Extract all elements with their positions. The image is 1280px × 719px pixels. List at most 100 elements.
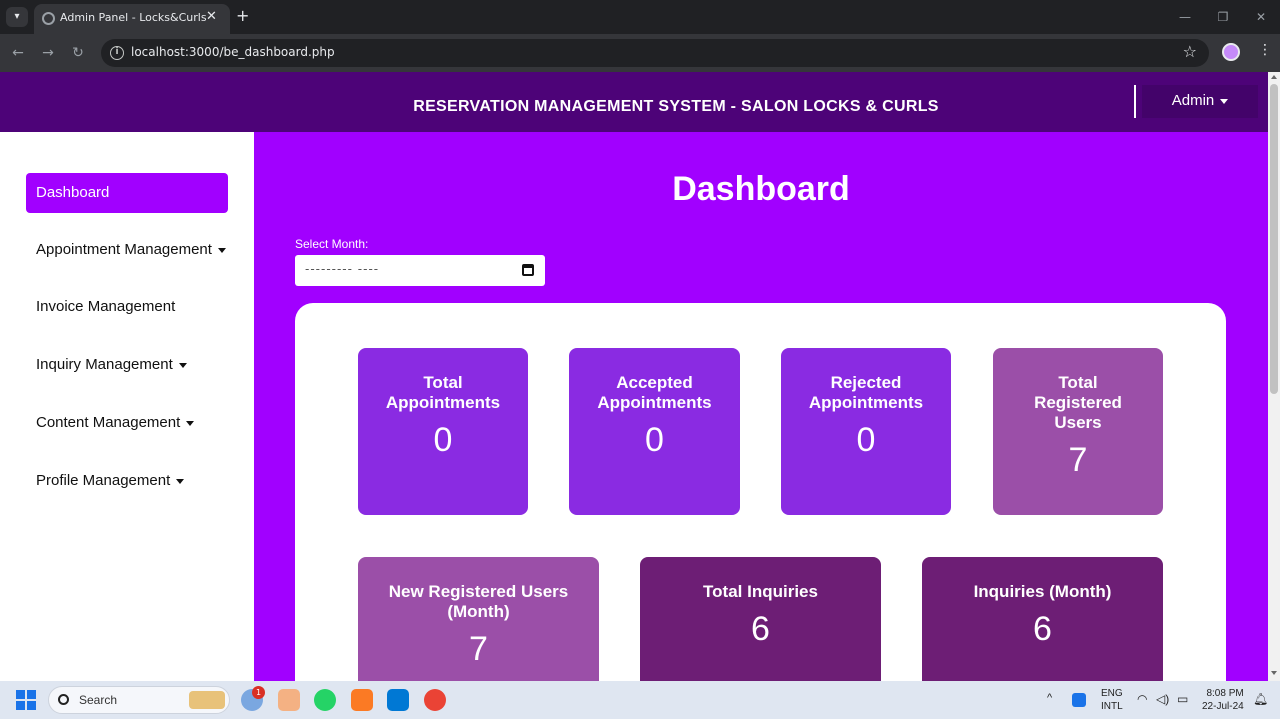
month-input[interactable]: --------- ---- [295, 255, 545, 286]
globe-icon [42, 12, 55, 25]
close-window-button[interactable]: ✕ [1242, 0, 1280, 34]
bookmark-star-icon[interactable]: ☆ [1183, 42, 1197, 61]
sidebar-item-profile-management[interactable]: Profile Management [26, 461, 228, 501]
windows-taskbar: Search 1 ^ ENG INTL ◠ ◁) ▭ 8:08 PM 22-Ju… [0, 681, 1280, 719]
chrome-icon[interactable] [424, 689, 446, 711]
scroll-up-icon[interactable] [1271, 75, 1277, 79]
stat-card-total-registered-users: Total Registered Users 7 [993, 348, 1163, 515]
lang-line1: ENG [1101, 688, 1123, 699]
select-month-label: Select Month: [295, 237, 369, 251]
admin-dropdown[interactable]: Admin [1142, 85, 1258, 118]
sidebar-item-label: Profile Management [36, 472, 171, 489]
caret-down-icon [217, 247, 226, 253]
xampp-icon[interactable] [351, 689, 373, 711]
caret-down-icon [186, 420, 195, 426]
lang-line2: INTL [1101, 701, 1123, 712]
stat-card-rejected-appointments: Rejected Appointments 0 [781, 348, 951, 515]
defender-icon[interactable] [1072, 693, 1086, 707]
notification-badge: 1 [252, 686, 265, 699]
sidebar-item-label: Appointment Management [36, 241, 212, 258]
stat-card-inquiries-month: Inquiries (Month) 6 [922, 557, 1163, 681]
browser-tab[interactable]: Admin Panel - Locks&Curls ✕ [34, 4, 230, 34]
tab-close-icon[interactable]: ✕ [206, 9, 217, 24]
stat-card-total-appointments: Total Appointments 0 [358, 348, 528, 515]
browser-tabbar: ▾ Admin Panel - Locks&Curls ✕ + — ❐ ✕ [0, 0, 1280, 34]
caret-down-icon [176, 478, 185, 484]
sidebar-item-label: Invoice Management [36, 298, 176, 315]
sidebar-item-label: Dashboard [36, 184, 110, 201]
browser-toolbar: ← → ↻ i localhost:3000/be_dashboard.php … [0, 34, 1280, 72]
search-icon [58, 694, 69, 705]
stat-card-title: New Registered Users (Month) [388, 582, 569, 621]
wifi-icon[interactable]: ◠ [1137, 692, 1147, 719]
stat-card-title: Total Appointments [385, 373, 501, 412]
page-scrollbar[interactable] [1268, 72, 1280, 681]
stat-card-title: Total Inquiries [703, 582, 818, 601]
window-controls: — ❐ ✕ [1166, 0, 1280, 34]
minimize-button[interactable]: — [1166, 0, 1204, 34]
stat-card-total-inquiries: Total Inquiries 6 [640, 557, 881, 681]
stat-card-value: 7 [469, 630, 488, 668]
stat-card-accepted-appointments: Accepted Appointments 0 [569, 348, 740, 515]
browser-menu-icon[interactable]: ⋮ [1258, 42, 1272, 58]
clock-date: 22-Jul-24 [1202, 701, 1244, 712]
tab-search-button[interactable]: ▾ [6, 7, 28, 27]
notification-bell-icon[interactable]: 🔔︎ [1253, 692, 1268, 719]
web-page: RESERVATION MANAGEMENT SYSTEM - SALON LO… [0, 72, 1268, 681]
site-info-icon[interactable]: i [110, 46, 124, 60]
forward-button[interactable]: → [38, 43, 58, 63]
site-header: RESERVATION MANAGEMENT SYSTEM - SALON LO… [0, 72, 1268, 132]
stat-card-new-registered-users: New Registered Users (Month) 7 [358, 557, 599, 681]
url-text[interactable]: localhost:3000/be_dashboard.php [131, 45, 335, 59]
sidebar-item-label: Inquiry Management [36, 356, 173, 373]
stat-card-title: Inquiries (Month) [973, 582, 1112, 601]
stat-card-value: 0 [433, 421, 453, 459]
taskbar-search[interactable]: Search [48, 686, 230, 714]
stats-panel: Total Appointments 0 Accepted Appointmen… [295, 303, 1226, 681]
whatsapp-icon[interactable] [314, 689, 336, 711]
header-divider [1134, 85, 1136, 118]
stat-card-value: 0 [856, 421, 876, 459]
sidebar-item-label: Content Management [36, 414, 181, 431]
tab-title: Admin Panel - Locks&Curls [60, 11, 207, 24]
stat-card-value: 7 [1068, 441, 1088, 479]
calendar-icon[interactable] [522, 264, 534, 276]
scroll-thumb[interactable] [1270, 84, 1278, 394]
month-placeholder: --------- ---- [305, 262, 380, 276]
tray-chevron-up-icon[interactable]: ^ [1047, 692, 1052, 719]
sidebar-item-appointment-management[interactable]: Appointment Management [26, 230, 228, 270]
search-highlight-art [189, 691, 225, 709]
caret-down-icon [1220, 98, 1229, 104]
snipping-tool-icon[interactable] [278, 689, 300, 711]
profile-avatar-icon[interactable] [1222, 43, 1240, 61]
stat-card-title: Accepted Appointments [597, 373, 712, 412]
volume-icon[interactable]: ◁) [1156, 692, 1169, 719]
stat-card-title: Rejected Appointments [808, 373, 924, 412]
stat-card-value: 0 [645, 421, 664, 459]
stat-card-value: 6 [751, 610, 770, 648]
vscode-icon[interactable] [387, 689, 409, 711]
sidebar: Dashboard Appointment Management Invoice… [0, 132, 254, 681]
stat-card-title: Total Registered Users [1034, 373, 1122, 432]
language-indicator[interactable]: ENG INTL [1101, 687, 1123, 719]
sidebar-item-content-management[interactable]: Content Management [26, 403, 228, 443]
new-tab-button[interactable]: + [236, 6, 249, 25]
page-title: Dashboard [672, 170, 850, 208]
battery-icon[interactable]: ▭ [1177, 692, 1188, 719]
caret-down-icon [178, 362, 187, 368]
sidebar-item-dashboard[interactable]: Dashboard [26, 173, 228, 213]
windows-start-icon[interactable] [16, 690, 36, 710]
admin-label: Admin [1171, 92, 1215, 109]
clock[interactable]: 8:08 PM 22-Jul-24 [1202, 687, 1244, 719]
clock-time: 8:08 PM [1206, 688, 1244, 699]
sidebar-item-inquiry-management[interactable]: Inquiry Management [26, 345, 228, 385]
restore-button[interactable]: ❐ [1204, 0, 1242, 34]
scroll-down-icon[interactable] [1271, 671, 1277, 675]
address-bar[interactable]: i localhost:3000/be_dashboard.php ☆ [101, 39, 1209, 67]
back-button[interactable]: ← [8, 43, 28, 63]
stat-card-value: 6 [1033, 610, 1052, 648]
taskbar-search-text: Search [79, 693, 118, 707]
site-title: RESERVATION MANAGEMENT SYSTEM - SALON LO… [413, 98, 939, 115]
sidebar-item-invoice-management[interactable]: Invoice Management [26, 287, 228, 327]
reload-button[interactable]: ↻ [68, 43, 88, 63]
